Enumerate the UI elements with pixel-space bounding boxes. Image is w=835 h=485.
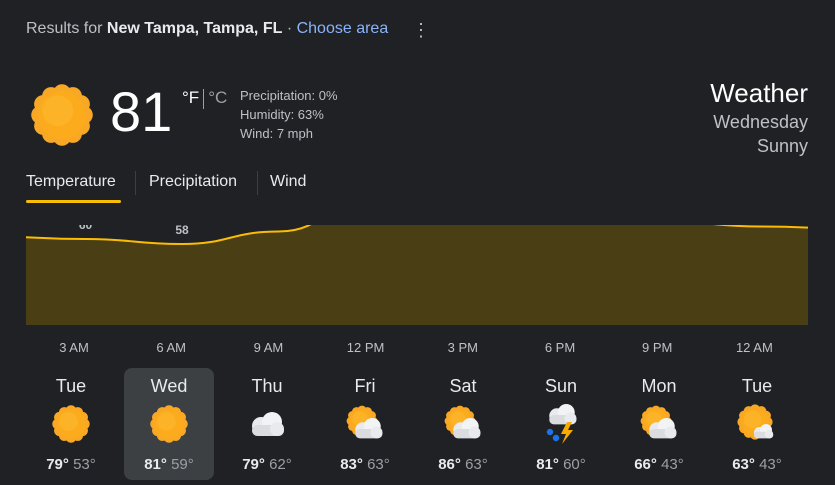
hour-label: 12 AM — [735, 340, 773, 355]
low-temp: 59° — [171, 456, 194, 473]
hour-label: 6 AM — [156, 340, 186, 355]
active-tab-indicator — [26, 200, 121, 203]
high-temp: 86° — [438, 456, 461, 473]
tab-divider — [257, 171, 258, 195]
tab-wind[interactable]: Wind — [270, 173, 306, 191]
day-name: Mon — [641, 376, 677, 396]
day-name: Sat — [449, 376, 477, 396]
day-temps: 66° 43° — [614, 456, 704, 473]
precipitation-detail: Precipitation: 0% — [240, 88, 338, 103]
tab-temperature[interactable]: Temperature — [26, 173, 116, 191]
unit-toggle: °F °C — [182, 88, 227, 109]
weather-title: Weather — [710, 78, 808, 108]
fahrenheit-button[interactable]: °F — [182, 88, 199, 107]
high-temp: 63° — [732, 456, 755, 473]
temperature-data-label: 58 — [175, 225, 189, 237]
day-temps: 81° 60° — [516, 456, 606, 473]
hour-label: 6 PM — [544, 340, 576, 355]
day-card-mon[interactable]: Mon 66° 43° — [614, 368, 704, 480]
low-temp: 43° — [759, 456, 782, 473]
day-name: Sun — [544, 376, 578, 396]
mostly-sunny-icon — [737, 404, 774, 440]
high-temp: 79° — [242, 456, 265, 473]
hour-label: 12 PM — [346, 340, 385, 355]
sun-icon — [150, 405, 188, 443]
weather-day: Wednesday — [713, 112, 808, 132]
humidity-detail: Humidity: 63% — [240, 107, 324, 122]
low-temp: 60° — [563, 456, 586, 473]
day-card-thu[interactable]: Thu 79° 62° — [222, 368, 312, 480]
high-temp: 83° — [340, 456, 363, 473]
day-card-sat[interactable]: Sat 86° 63° — [418, 368, 508, 480]
unit-divider — [203, 88, 205, 109]
day-name: Tue — [55, 376, 87, 396]
current-temperature: 81 — [110, 80, 173, 143]
wind-detail: Wind: 7 mph — [240, 126, 313, 141]
results-for-label: Results for — [26, 20, 103, 37]
low-temp: 63° — [367, 456, 390, 473]
location-line: Results for New Tampa, Tampa, FL · Choos… — [26, 20, 388, 38]
separator-dot: · — [286, 20, 293, 37]
day-name: Thu — [251, 376, 283, 396]
day-name: Fri — [354, 376, 376, 396]
more-vert-icon[interactable]: ⋮ — [412, 18, 430, 42]
high-temp: 66° — [634, 456, 657, 473]
low-temp: 63° — [465, 456, 488, 473]
tab-precipitation[interactable]: Precipitation — [149, 173, 237, 191]
day-temps: 63° 43° — [712, 456, 802, 473]
celsius-button[interactable]: °C — [208, 88, 227, 107]
location-name: New Tampa, Tampa, FL — [106, 20, 283, 37]
partly-cloudy-icon — [346, 405, 383, 439]
day-name: Wed — [150, 376, 188, 396]
hour-label: 3 PM — [447, 340, 478, 355]
tab-divider — [135, 171, 136, 195]
day-card-tue[interactable]: Tue 79° 53° — [26, 368, 116, 480]
day-card-fri[interactable]: Fri 83° 63° — [320, 368, 410, 480]
high-temp: 79° — [46, 456, 69, 473]
cloud-icon — [252, 412, 284, 436]
weather-condition: Sunny — [756, 136, 808, 156]
low-temp: 62° — [269, 456, 292, 473]
day-temps: 81° 59° — [124, 456, 214, 473]
sun-icon — [52, 405, 90, 443]
day-temps: 83° 63° — [320, 456, 410, 473]
day-temps: 79° 62° — [222, 456, 312, 473]
partly-cloudy-icon — [640, 405, 677, 439]
low-temp: 43° — [661, 456, 684, 473]
low-temp: 53° — [73, 456, 96, 473]
hour-label: 3 AM — [59, 340, 89, 355]
high-temp: 81° — [144, 456, 167, 473]
high-temp: 81° — [536, 456, 559, 473]
choose-area-link[interactable]: Choose area — [297, 20, 389, 37]
temperature-chart: 6058637781766765 — [26, 225, 808, 325]
day-temps: 79° 53° — [26, 456, 116, 473]
hour-label: 9 PM — [642, 340, 673, 355]
day-card-wed[interactable]: Wed 81° 59° — [124, 368, 214, 480]
temperature-area — [26, 225, 808, 325]
temperature-data-label: 60 — [79, 225, 93, 232]
day-card-tue[interactable]: Tue 63° 43° — [712, 368, 802, 480]
thunderstorm-icon — [546, 404, 577, 444]
sun-icon — [31, 84, 93, 146]
day-card-sun[interactable]: Sun 81° 60° — [516, 368, 606, 480]
day-temps: 86° 63° — [418, 456, 508, 473]
day-name: Tue — [741, 376, 773, 396]
partly-cloudy-icon — [444, 405, 481, 439]
hour-label: 9 AM — [253, 340, 284, 355]
